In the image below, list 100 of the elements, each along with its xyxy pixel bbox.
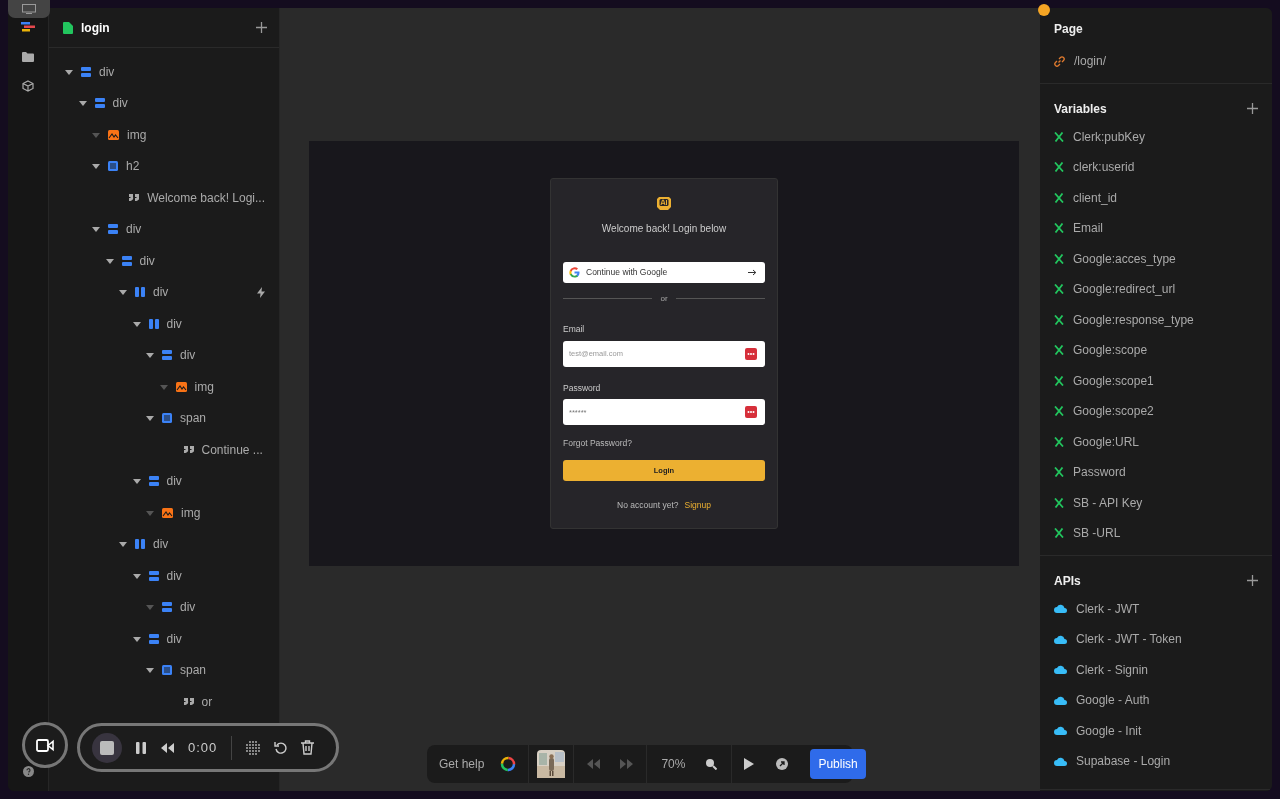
signup-link[interactable]: Signup bbox=[684, 499, 711, 512]
element-tag[interactable]: img bbox=[194, 377, 265, 396]
play-icon[interactable] bbox=[744, 758, 755, 770]
element-tag[interactable]: div bbox=[166, 566, 265, 585]
text-block-icon bbox=[162, 665, 172, 676]
external-link-icon[interactable] bbox=[776, 758, 789, 770]
publish-button[interactable]: Publish bbox=[810, 749, 866, 779]
element-tag[interactable]: div bbox=[112, 94, 265, 113]
image-icon bbox=[175, 381, 187, 392]
text-block-icon bbox=[108, 161, 118, 172]
trash-icon[interactable] bbox=[301, 740, 315, 755]
variable-name[interactable]: clerk:userid bbox=[1073, 158, 1135, 177]
api-name[interactable]: Clerk - JWT - Token bbox=[1076, 630, 1182, 649]
variable-icon bbox=[1054, 253, 1064, 264]
api-name[interactable]: Clerk - Signin bbox=[1076, 660, 1149, 679]
api-name[interactable]: Clerk - JWT bbox=[1076, 599, 1140, 618]
block-icon bbox=[121, 255, 132, 266]
quote-icon bbox=[183, 446, 194, 454]
logo-icon[interactable] bbox=[21, 22, 35, 34]
variable-name[interactable]: Google:response_type bbox=[1073, 310, 1194, 329]
text-node-label[interactable]: Continue ... bbox=[201, 440, 265, 459]
color-ring-icon bbox=[500, 756, 517, 772]
caret-icon[interactable] bbox=[78, 99, 87, 108]
element-tag[interactable]: div bbox=[126, 220, 265, 239]
add-icon[interactable] bbox=[256, 22, 267, 33]
text-block-icon bbox=[162, 413, 172, 424]
forgot-password-link[interactable]: Forgot Password? bbox=[563, 437, 765, 451]
caret-icon[interactable] bbox=[65, 67, 73, 76]
block-icon bbox=[148, 570, 159, 581]
variable-name[interactable]: SB - API Key bbox=[1073, 493, 1143, 512]
element-tag[interactable]: div bbox=[166, 314, 265, 333]
help-icon[interactable] bbox=[23, 766, 34, 777]
add-icon[interactable] bbox=[1247, 575, 1258, 586]
element-tag[interactable]: div bbox=[166, 472, 265, 491]
variable-name[interactable]: Google:scope1 bbox=[1073, 371, 1154, 390]
block-icon bbox=[148, 633, 159, 644]
caret-icon[interactable] bbox=[105, 256, 114, 265]
caret-icon[interactable] bbox=[146, 414, 154, 423]
add-icon[interactable] bbox=[1247, 103, 1258, 114]
element-tag[interactable]: span bbox=[180, 409, 265, 428]
caret-icon[interactable] bbox=[132, 477, 141, 486]
variable-name[interactable]: Google:redirect_url bbox=[1073, 280, 1176, 299]
grid-icon[interactable] bbox=[246, 740, 261, 755]
caret-icon[interactable] bbox=[92, 225, 100, 234]
api-name[interactable]: Google - Init bbox=[1076, 721, 1142, 740]
google-sign-in-button[interactable]: Continue with Google bbox=[563, 262, 765, 283]
login-heading: Welcome back! Login below bbox=[600, 222, 728, 236]
caret-icon[interactable] bbox=[92, 162, 100, 171]
element-tag[interactable]: h2 bbox=[126, 157, 265, 176]
caret-icon[interactable] bbox=[132, 634, 141, 643]
variable-name[interactable]: Password bbox=[1073, 463, 1126, 482]
element-tag[interactable]: span bbox=[180, 661, 265, 680]
text-node-label[interactable]: Welcome back! Logi... bbox=[147, 188, 265, 207]
variable-name[interactable]: Google:acces_type bbox=[1073, 249, 1176, 268]
cube-icon[interactable] bbox=[22, 80, 34, 92]
caret-icon[interactable] bbox=[132, 571, 141, 580]
zoom-level[interactable]: 70% bbox=[661, 755, 686, 773]
caret-icon[interactable] bbox=[146, 666, 154, 675]
element-tag[interactable]: div bbox=[139, 251, 265, 270]
file-icon bbox=[63, 21, 73, 34]
element-tag[interactable]: div bbox=[153, 535, 265, 554]
image-icon bbox=[162, 507, 173, 518]
variable-icon bbox=[1054, 345, 1064, 356]
cloud-icon bbox=[1054, 604, 1067, 614]
undo-icon[interactable] bbox=[274, 740, 288, 755]
api-name[interactable]: Google - Auth bbox=[1076, 691, 1150, 710]
search-icon[interactable] bbox=[705, 758, 718, 770]
text-node-label[interactable]: or bbox=[201, 692, 265, 711]
element-tag[interactable]: div bbox=[99, 62, 265, 81]
caret-icon[interactable] bbox=[119, 540, 127, 549]
stop-button[interactable] bbox=[92, 732, 122, 763]
caret-icon[interactable] bbox=[132, 319, 141, 328]
variable-icon bbox=[1054, 314, 1064, 325]
element-tag[interactable]: img bbox=[181, 503, 265, 522]
variable-icon bbox=[1054, 284, 1064, 295]
element-tag[interactable]: div bbox=[180, 346, 265, 365]
caret-icon[interactable] bbox=[146, 351, 154, 360]
lightning-icon[interactable] bbox=[257, 286, 265, 298]
video-camera-icon bbox=[36, 738, 54, 752]
variable-name[interactable]: Google:scope2 bbox=[1073, 402, 1154, 421]
variable-name[interactable]: Google:URL bbox=[1073, 432, 1140, 451]
rewind-icon[interactable] bbox=[160, 742, 174, 753]
variable-name[interactable]: Clerk:pubKey bbox=[1073, 127, 1146, 146]
window-tab[interactable] bbox=[8, 0, 50, 18]
password-manager-icon[interactable] bbox=[745, 406, 757, 419]
element-tag[interactable]: div bbox=[153, 283, 249, 302]
variable-name[interactable]: Email bbox=[1073, 219, 1103, 238]
element-tag[interactable]: div bbox=[180, 598, 265, 617]
element-tag[interactable]: div bbox=[166, 629, 265, 648]
section-title: Page bbox=[1054, 21, 1084, 38]
folder-icon[interactable] bbox=[22, 52, 34, 62]
caret-icon[interactable] bbox=[119, 288, 127, 297]
pause-icon[interactable] bbox=[136, 741, 146, 754]
variable-name[interactable]: client_id bbox=[1073, 188, 1118, 207]
help-label[interactable]: Get help bbox=[439, 755, 485, 773]
element-tag[interactable]: img bbox=[127, 125, 265, 144]
variable-name[interactable]: SB -URL bbox=[1073, 524, 1121, 543]
api-name[interactable]: Supabase - Login bbox=[1076, 752, 1171, 771]
columns-icon bbox=[135, 539, 145, 550]
variable-name[interactable]: Google:scope bbox=[1073, 341, 1148, 360]
